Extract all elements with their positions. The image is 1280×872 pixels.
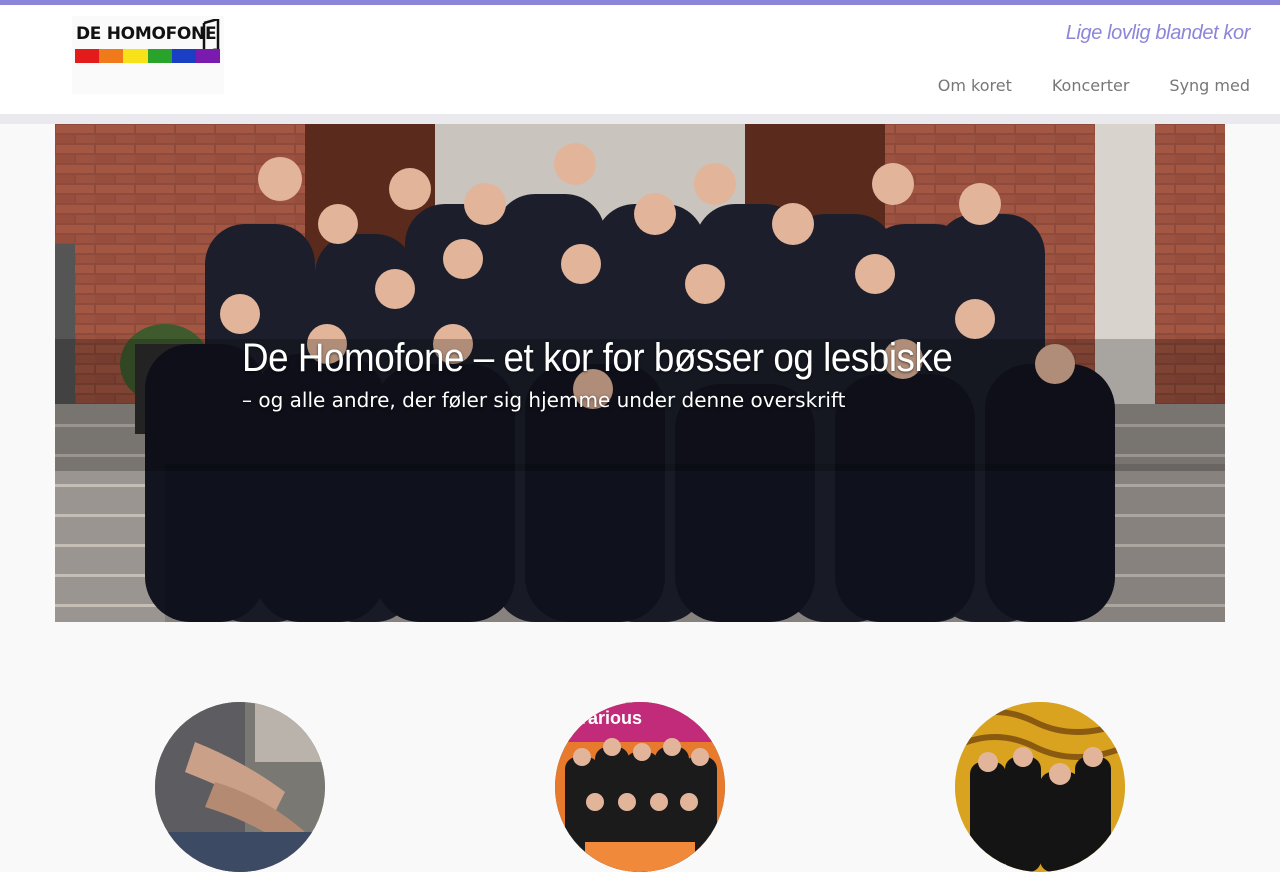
svg-text:Various: Various xyxy=(577,708,642,728)
hero-banner: De Homofone – et kor for bøsser og lesbi… xyxy=(55,124,1225,622)
main-navigation: Om koret Koncerter Syng med xyxy=(938,76,1250,95)
feature-image-2[interactable]: Various xyxy=(555,702,725,872)
header-divider xyxy=(0,114,1280,124)
rainbow-stripe xyxy=(75,49,221,63)
hero-title: De Homofone – et kor for bøsser og lesbi… xyxy=(242,336,953,380)
choir-concert-photo xyxy=(955,702,1125,872)
feature-image-1[interactable] xyxy=(155,702,325,872)
nav-item-koncerter[interactable]: Koncerter xyxy=(1052,76,1130,95)
hero-subtitle: – og alle andre, der føler sig hjemme un… xyxy=(242,388,846,412)
nav-item-om-koret[interactable]: Om koret xyxy=(938,76,1012,95)
site-logo[interactable]: De Homofone xyxy=(72,16,224,94)
feature-image-3[interactable] xyxy=(955,702,1125,872)
choir-hands-photo xyxy=(155,702,325,872)
nav-item-syng-med[interactable]: Syng med xyxy=(1169,76,1250,95)
choir-group-photo-2: Various xyxy=(555,702,725,872)
site-tagline: Lige lovlig blandet kor xyxy=(1065,22,1251,44)
